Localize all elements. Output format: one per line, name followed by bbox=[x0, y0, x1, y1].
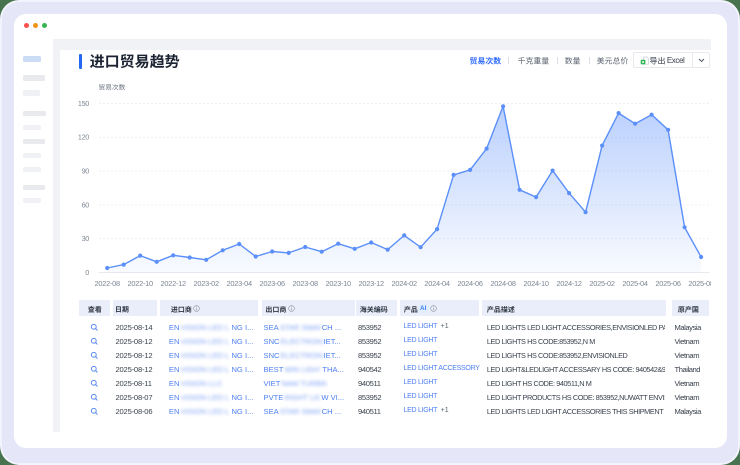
svg-text:2023-10: 2023-10 bbox=[326, 279, 352, 288]
svg-text:60: 60 bbox=[82, 200, 90, 209]
svg-text:90: 90 bbox=[82, 167, 90, 176]
svg-text:2024-04: 2024-04 bbox=[424, 279, 450, 288]
svg-text:2023-12: 2023-12 bbox=[359, 279, 385, 288]
svg-text:2025-04: 2025-04 bbox=[622, 279, 648, 288]
svg-text:150: 150 bbox=[78, 99, 89, 108]
svg-text:2024-08: 2024-08 bbox=[490, 279, 516, 288]
svg-text:2024-02: 2024-02 bbox=[392, 279, 418, 288]
svg-text:2022-12: 2022-12 bbox=[161, 279, 187, 288]
svg-text:2025-08: 2025-08 bbox=[688, 279, 711, 288]
svg-text:2025-06: 2025-06 bbox=[655, 279, 681, 288]
svg-text:30: 30 bbox=[82, 234, 90, 243]
svg-text:2023-06: 2023-06 bbox=[260, 279, 286, 288]
svg-text:2025-02: 2025-02 bbox=[589, 279, 615, 288]
svg-text:2022-10: 2022-10 bbox=[128, 279, 154, 288]
svg-text:120: 120 bbox=[78, 133, 89, 142]
svg-text:2023-04: 2023-04 bbox=[227, 279, 253, 288]
svg-text:2024-12: 2024-12 bbox=[556, 279, 582, 288]
svg-text:2024-06: 2024-06 bbox=[457, 279, 483, 288]
svg-text:2022-08: 2022-08 bbox=[95, 279, 121, 288]
svg-text:0: 0 bbox=[85, 268, 89, 277]
svg-text:2024-10: 2024-10 bbox=[523, 279, 549, 288]
svg-text:2023-02: 2023-02 bbox=[194, 279, 220, 288]
svg-text:2023-08: 2023-08 bbox=[293, 279, 319, 288]
